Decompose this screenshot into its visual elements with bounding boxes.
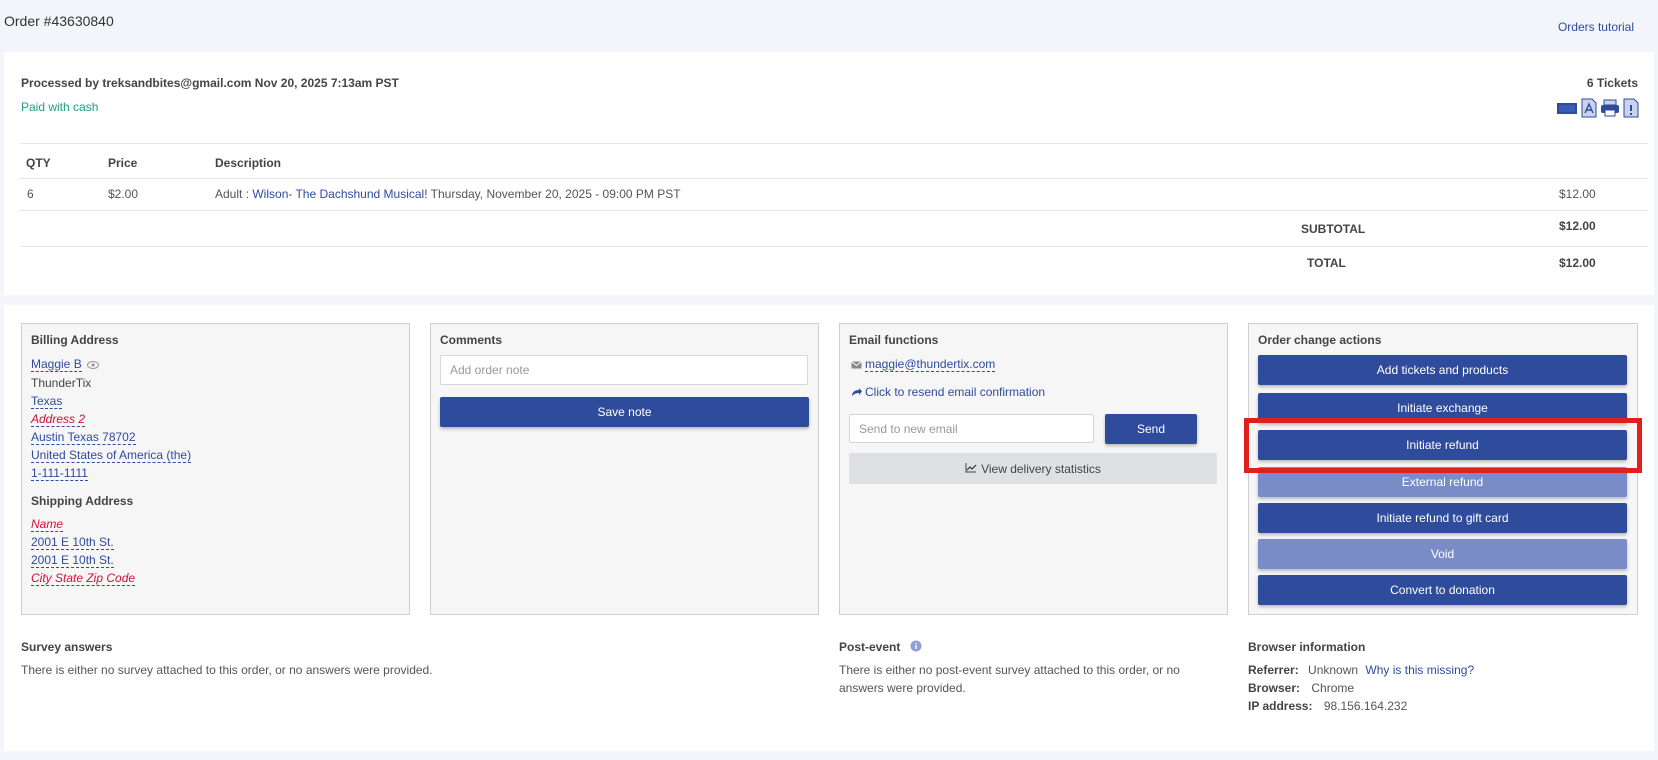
tickets-count: 6 Tickets [1586, 76, 1638, 90]
add-tickets-button[interactable]: Add tickets and products [1258, 355, 1627, 385]
convert-to-donation-button[interactable]: Convert to donation [1258, 575, 1627, 605]
resend-confirmation-link[interactable]: Click to resend email confirmation [851, 385, 1045, 400]
ip-value: 98.156.164.232 [1323, 699, 1408, 713]
billing-city-line[interactable]: Austin Texas 78702 [31, 430, 136, 445]
new-email-placeholder: Send to new email [859, 422, 958, 436]
divider [20, 210, 1648, 211]
shipping-line2[interactable]: 2001 E 10th St. [31, 553, 114, 568]
referrer-value: Unknown [1308, 663, 1359, 677]
processed-by-text: Processed by treksandbites@gmail.com Nov… [21, 76, 399, 90]
order-note-input[interactable]: Add order note [440, 355, 808, 385]
billing-phone[interactable]: 1-111-1111 [31, 466, 88, 481]
total-label: TOTAL [1307, 256, 1346, 270]
view-delivery-statistics-label: View delivery statistics [981, 461, 1101, 476]
payment-method-text: Paid with cash [21, 100, 99, 114]
resend-confirmation-label: Click to resend email confirmation [865, 385, 1046, 399]
event-link[interactable]: Wilson- The Dachshund Musical! [252, 187, 427, 201]
divider [20, 178, 1648, 179]
description-header: Description [215, 156, 282, 170]
page-title: Order #43630840 [4, 13, 114, 29]
chart-icon [965, 462, 977, 476]
billing-address-title: Billing Address [31, 333, 119, 347]
new-email-input[interactable]: Send to new email [849, 414, 1094, 443]
customer-email-row: maggie@thundertix.com [851, 357, 996, 372]
event-datetime: Thursday, November 20, 2025 - 09:00 PM P… [427, 187, 681, 201]
post-event-title: Post-event [839, 640, 922, 655]
divider [20, 246, 1648, 247]
customer-email-link[interactable]: maggie@thundertix.com [865, 357, 996, 372]
billing-company: ThunderTix [31, 376, 92, 390]
shipping-line1[interactable]: 2001 E 10th St. [31, 535, 114, 550]
row-total: $12.00 [1559, 187, 1596, 201]
billing-name[interactable]: Maggie B [31, 357, 82, 372]
eye-icon[interactable] [87, 358, 100, 372]
shipping-city[interactable]: City State Zip Code [31, 571, 136, 586]
order-change-actions-title: Order change actions [1258, 333, 1382, 347]
total-value: $12.00 [1559, 256, 1596, 270]
post-event-text-line2: answers were provided. [839, 681, 966, 695]
browser-label: Browser: [1248, 681, 1301, 695]
refund-to-gift-card-button[interactable]: Initiate refund to gift card [1258, 503, 1627, 533]
post-event-label: Post-event [839, 640, 901, 654]
billing-state[interactable]: Texas [31, 394, 63, 409]
info-icon[interactable] [910, 640, 922, 655]
share-arrow-icon [851, 386, 863, 400]
price-header: Price [108, 156, 138, 170]
billing-name-row: Maggie B [31, 357, 100, 372]
ticket-icon[interactable] [1556, 98, 1578, 118]
ticket-actions [1556, 98, 1639, 118]
document-alert-icon[interactable] [1623, 98, 1639, 118]
refund-highlight-box [1244, 418, 1642, 473]
send-email-button[interactable]: Send [1105, 414, 1197, 444]
billing-country[interactable]: United States of America (the) [31, 448, 192, 463]
browser-value: Chrome [1311, 681, 1355, 695]
billing-address2[interactable]: Address 2 [31, 412, 86, 427]
void-button[interactable]: Void [1258, 539, 1627, 569]
row-qty: 6 [27, 187, 34, 201]
divider [20, 143, 1648, 144]
envelope-icon [851, 358, 862, 372]
pdf-icon[interactable] [1581, 98, 1597, 118]
row-description: Adult : Wilson- The Dachshund Musical! T… [215, 187, 681, 201]
shipping-address-title: Shipping Address [31, 494, 134, 508]
ip-row: IP address: 98.156.164.232 [1248, 697, 1407, 715]
save-note-button[interactable]: Save note [440, 397, 809, 427]
survey-answers-text: There is either no survey attached to th… [21, 663, 433, 677]
orders-tutorial-link[interactable]: Orders tutorial [1558, 20, 1634, 34]
survey-answers-title: Survey answers [21, 640, 113, 654]
comments-title: Comments [440, 333, 503, 347]
why-missing-link[interactable]: Why is this missing? [1365, 663, 1474, 677]
subtotal-value: $12.00 [1559, 219, 1596, 233]
subtotal-label: SUBTOTAL [1301, 222, 1366, 236]
view-delivery-statistics-button[interactable]: View delivery statistics [849, 453, 1217, 484]
order-note-placeholder: Add order note [450, 363, 530, 377]
post-event-text-line1: There is either no post-event survey att… [839, 663, 1180, 677]
ticket-type: Adult : [215, 187, 253, 201]
browser-row: Browser: Chrome [1248, 679, 1354, 697]
row-price: $2.00 [108, 187, 139, 201]
browser-info-title: Browser information [1248, 640, 1366, 654]
ip-label: IP address: [1248, 699, 1313, 713]
qty-header: QTY [26, 156, 51, 170]
referrer-row: Referrer: Unknown Why is this missing? [1248, 661, 1474, 679]
shipping-name[interactable]: Name [31, 517, 64, 532]
email-functions-title: Email functions [849, 333, 939, 347]
print-icon[interactable] [1600, 98, 1620, 118]
referrer-label: Referrer: [1248, 663, 1299, 677]
